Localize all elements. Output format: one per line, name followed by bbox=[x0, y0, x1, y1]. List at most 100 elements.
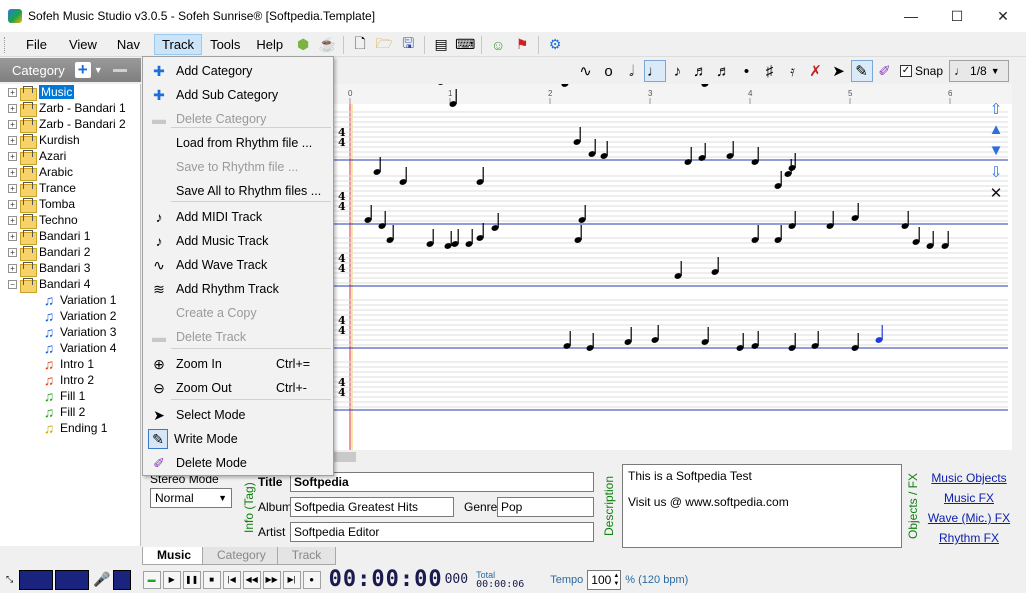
chevron-down-icon[interactable]: ▼ bbox=[94, 65, 103, 75]
move-up-icon[interactable]: ▲ bbox=[983, 121, 1009, 141]
smiley-icon[interactable]: ☺ bbox=[487, 35, 509, 55]
expand-icon[interactable]: + bbox=[8, 247, 17, 257]
eighth-note-icon[interactable]: ♪ bbox=[667, 60, 689, 82]
collapse-icon[interactable]: − bbox=[8, 279, 17, 289]
tree-item-trance[interactable]: + Trance bbox=[8, 180, 76, 197]
tree-child-variation-3[interactable]: ♫ Variation 3 bbox=[42, 324, 117, 340]
menu-view[interactable]: View bbox=[61, 34, 105, 55]
tempo-spinner[interactable]: 100 ▲ ▼ bbox=[587, 569, 622, 590]
move-down-icon[interactable]: ▼ bbox=[983, 142, 1009, 162]
android-icon[interactable]: ⬢ bbox=[292, 35, 314, 55]
menu-item-save-all-to-rhythm-files[interactable]: Save All to Rhythm files ... bbox=[145, 180, 331, 202]
expand-icon[interactable]: + bbox=[8, 151, 17, 161]
menu-item-add-sub-category[interactable]: ✚ Add Sub Category bbox=[145, 84, 331, 106]
maximize-button[interactable]: ☐ bbox=[934, 0, 980, 32]
tree-child-fill-1[interactable]: ♫ Fill 1 bbox=[42, 388, 86, 404]
tree-item-techno[interactable]: + Techno bbox=[8, 212, 78, 229]
title-field[interactable]: Softpedia bbox=[290, 472, 594, 492]
whole-note-icon[interactable]: o bbox=[598, 60, 620, 82]
menu-tools[interactable]: Tools bbox=[202, 34, 248, 55]
tree-item-bandari-1[interactable]: + Bandari 1 bbox=[8, 228, 90, 245]
menu-help[interactable]: Help bbox=[248, 34, 291, 55]
tree-child-intro-2[interactable]: ♫ Intro 2 bbox=[42, 372, 94, 388]
menu-item-add-midi-track[interactable]: ♪ Add MIDI Track bbox=[145, 206, 331, 228]
menu-item-load-from-rhythm-file[interactable]: Load from Rhythm file ... bbox=[145, 132, 331, 154]
menu-nav[interactable]: Nav bbox=[109, 34, 148, 55]
menu-file[interactable]: File bbox=[18, 34, 55, 55]
settings-icon[interactable]: ⚙ bbox=[544, 35, 566, 55]
expand-icon[interactable]: + bbox=[8, 119, 17, 129]
expand-icon[interactable]: + bbox=[8, 103, 17, 113]
snap-checkbox[interactable]: ✓ bbox=[900, 65, 912, 77]
tree-item-zarb-bandari-1[interactable]: + Zarb - Bandari 1 bbox=[8, 100, 126, 117]
spinner-arrows-icon[interactable]: ▲ ▼ bbox=[613, 572, 619, 588]
rewind-button[interactable]: ◀◀ bbox=[242, 570, 261, 589]
open-folder-icon[interactable]: 🗁 bbox=[373, 35, 395, 55]
tab-track[interactable]: Track bbox=[276, 547, 337, 565]
move-top-icon[interactable]: ⇧ bbox=[983, 100, 1009, 120]
pause-button[interactable]: ❚❚ bbox=[182, 570, 201, 589]
tree-item-arabic[interactable]: + Arabic bbox=[8, 164, 73, 181]
sharp-icon[interactable]: ♯ bbox=[759, 60, 781, 82]
new-file-icon[interactable]: 🗋 bbox=[349, 35, 371, 55]
genre-field[interactable]: Pop bbox=[497, 497, 594, 517]
zoom-icon[interactable]: ⤡ bbox=[6, 574, 13, 585]
tree-item-zarb-bandari-2[interactable]: + Zarb - Bandari 2 bbox=[8, 116, 126, 133]
close-button[interactable]: ✕ bbox=[980, 0, 1026, 32]
snap-toggle[interactable]: ✓ Snap bbox=[900, 64, 943, 78]
expand-icon[interactable]: + bbox=[8, 215, 17, 225]
play-button[interactable]: ▶ bbox=[162, 570, 181, 589]
coffee-icon[interactable]: ☕ bbox=[316, 35, 338, 55]
expand-icon[interactable]: + bbox=[8, 87, 17, 97]
minimize-button[interactable]: — bbox=[888, 0, 934, 32]
tab-music[interactable]: Music bbox=[142, 547, 207, 565]
expand-icon[interactable]: + bbox=[8, 167, 17, 177]
tree-item-tomba[interactable]: + Tomba bbox=[8, 196, 75, 213]
menu-item-add-music-track[interactable]: ♪ Add Music Track bbox=[145, 230, 331, 252]
thirty-second-note-icon[interactable]: ♬ bbox=[713, 60, 735, 82]
quarter-note-icon[interactable]: ♩ bbox=[643, 60, 666, 82]
expand-icon[interactable]: + bbox=[8, 135, 17, 145]
rest-icon[interactable]: 𝄿 bbox=[782, 60, 804, 82]
menu-item-add-category[interactable]: ✚ Add Category bbox=[145, 60, 331, 82]
music-fx-link[interactable]: Music FX bbox=[924, 488, 1014, 508]
menu-item-zoom-out[interactable]: ⊖ Zoom Out Ctrl+- bbox=[145, 377, 331, 399]
music-objects-link[interactable]: Music Objects bbox=[924, 468, 1014, 488]
sixteenth-note-icon[interactable]: ♬ bbox=[690, 60, 712, 82]
tree-child-ending-1[interactable]: ♫ Ending 1 bbox=[42, 420, 108, 436]
menu-item-delete-mode[interactable]: ✐ Delete Mode bbox=[145, 452, 331, 474]
microphone-icon[interactable]: 🎤 bbox=[93, 571, 110, 588]
flag-icon[interactable]: ⚑ bbox=[511, 35, 533, 55]
cursor-icon[interactable]: ➤ bbox=[828, 60, 850, 82]
menu-item-add-rhythm-track[interactable]: ≋ Add Rhythm Track bbox=[145, 278, 331, 300]
tree-item-azari[interactable]: + Azari bbox=[8, 148, 66, 165]
rhythm-fx-link[interactable]: Rhythm FX bbox=[924, 528, 1014, 548]
tree-item-bandari-2[interactable]: + Bandari 2 bbox=[8, 244, 90, 261]
menu-item-add-wave-track[interactable]: ∿ Add Wave Track bbox=[145, 254, 331, 276]
tree-child-variation-4[interactable]: ♫ Variation 4 bbox=[42, 340, 117, 356]
tree-child-variation-1[interactable]: ♫ Variation 1 bbox=[42, 292, 117, 308]
menu-track[interactable]: Track bbox=[154, 34, 203, 55]
record-button[interactable]: ● bbox=[302, 570, 321, 589]
wave-mic-fx-link[interactable]: Wave (Mic.) FX bbox=[924, 508, 1014, 528]
expand-icon[interactable]: + bbox=[8, 231, 17, 241]
no-rest-icon[interactable]: ✗ bbox=[805, 60, 827, 82]
album-field[interactable]: Softpedia Greatest Hits bbox=[290, 497, 454, 517]
eraser-icon[interactable]: ✐ bbox=[874, 60, 896, 82]
half-note-icon[interactable]: 𝅗𝅥 bbox=[621, 60, 643, 82]
piano-icon[interactable]: ⌨ bbox=[454, 35, 476, 55]
stereo-mode-select[interactable]: Normal ▼ bbox=[150, 488, 232, 508]
expand-icon[interactable]: + bbox=[8, 199, 17, 209]
tree-item-kurdish[interactable]: + Kurdish bbox=[8, 132, 80, 149]
vertical-scrollbar[interactable] bbox=[1012, 84, 1026, 450]
scrollbar-thumb[interactable] bbox=[332, 452, 356, 462]
stop-button[interactable]: ■ bbox=[202, 570, 221, 589]
toolbar-grip[interactable] bbox=[4, 36, 8, 53]
first-button[interactable]: |◀ bbox=[222, 570, 241, 589]
save-icon[interactable]: 🖫 bbox=[397, 35, 419, 55]
note-length-select[interactable]: ♩ 1/8 ▼ bbox=[949, 60, 1010, 82]
forward-button[interactable]: ▶▶ bbox=[262, 570, 281, 589]
menu-item-zoom-in[interactable]: ⊕ Zoom In Ctrl+= bbox=[145, 353, 331, 375]
wave-note-icon[interactable]: ∿ bbox=[575, 60, 597, 82]
monitor-button[interactable]: ▬ bbox=[142, 570, 161, 589]
